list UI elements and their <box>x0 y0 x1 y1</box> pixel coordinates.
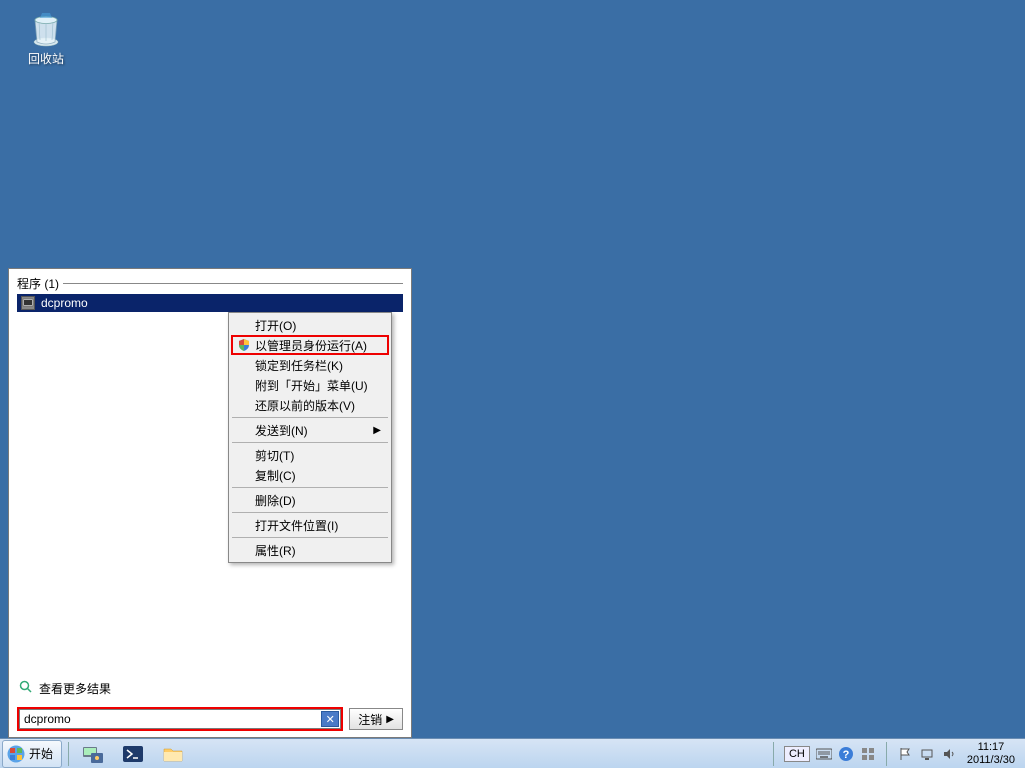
taskbar-separator <box>886 742 887 766</box>
menu-label: 删除(D) <box>255 492 296 509</box>
help-icon[interactable]: ? <box>838 746 854 762</box>
menu-separator <box>232 442 388 443</box>
menu-properties[interactable]: 属性(R) <box>231 540 389 560</box>
menu-open-location[interactable]: 打开文件位置(I) <box>231 515 389 535</box>
language-label: CH <box>789 748 805 760</box>
recycle-bin[interactable]: 回收站 <box>20 8 72 67</box>
shield-icon <box>237 338 251 352</box>
clear-search-button[interactable]: ✕ <box>321 711 339 727</box>
search-input[interactable] <box>19 709 341 729</box>
see-more-label: 查看更多结果 <box>39 680 111 697</box>
clock-time: 11:17 <box>967 741 1015 753</box>
menu-label: 属性(R) <box>255 542 296 559</box>
search-icon <box>19 680 33 697</box>
taskbar: 开始 CH ? 11:17 <box>0 738 1025 768</box>
menu-label: 附到「开始」菜单(U) <box>255 377 368 394</box>
menu-label: 打开文件位置(I) <box>255 517 338 534</box>
chevron-right-icon: ▶ <box>373 425 381 436</box>
menu-pin-taskbar[interactable]: 锁定到任务栏(K) <box>231 355 389 375</box>
keyboard-icon[interactable] <box>816 746 832 762</box>
menu-label: 以管理员身份运行(A) <box>255 337 367 354</box>
header-line <box>63 283 403 284</box>
menu-separator <box>232 487 388 488</box>
search-row: ✕ 注销 ▶ <box>17 707 403 731</box>
menu-send-to[interactable]: 发送到(N) ▶ <box>231 420 389 440</box>
menu-delete[interactable]: 删除(D) <box>231 490 389 510</box>
network-icon[interactable] <box>919 746 935 762</box>
logout-label: 注销 <box>358 711 382 728</box>
menu-label: 还原以前的版本(V) <box>255 397 355 414</box>
chevron-right-icon: ▶ <box>386 714 394 725</box>
menu-pin-start[interactable]: 附到「开始」菜单(U) <box>231 375 389 395</box>
programs-header: 程序 (1) <box>17 275 403 292</box>
flag-icon[interactable] <box>897 746 913 762</box>
tray-misc-icon[interactable] <box>860 746 876 762</box>
menu-cut[interactable]: 剪切(T) <box>231 445 389 465</box>
menu-label: 锁定到任务栏(K) <box>255 357 343 374</box>
start-label: 开始 <box>29 745 53 762</box>
program-icon <box>21 296 35 310</box>
program-item-dcpromo[interactable]: dcpromo <box>17 294 403 312</box>
taskbar-separator <box>773 742 774 766</box>
menu-label: 打开(O) <box>255 317 296 334</box>
close-icon: ✕ <box>326 713 335 726</box>
windows-logo-icon <box>7 745 25 763</box>
server-manager-icon[interactable] <box>77 741 109 767</box>
menu-label: 发送到(N) <box>255 422 308 439</box>
recycle-bin-label: 回收站 <box>20 50 72 67</box>
menu-separator <box>232 512 388 513</box>
menu-open[interactable]: 打开(O) <box>231 315 389 335</box>
menu-separator <box>232 417 388 418</box>
context-menu: 打开(O) 以管理员身份运行(A) 锁定到任务栏(K) 附到「开始」菜单(U) … <box>228 312 392 563</box>
start-button[interactable]: 开始 <box>2 740 62 768</box>
clock[interactable]: 11:17 2011/3/30 <box>963 741 1019 765</box>
powershell-icon[interactable] <box>117 741 149 767</box>
menu-label: 复制(C) <box>255 467 296 484</box>
programs-header-label: 程序 (1) <box>17 275 59 292</box>
menu-copy[interactable]: 复制(C) <box>231 465 389 485</box>
clock-date: 2011/3/30 <box>967 754 1015 766</box>
see-more-results[interactable]: 查看更多结果 <box>17 676 403 701</box>
taskbar-separator <box>68 742 69 766</box>
logout-button[interactable]: 注销 ▶ <box>349 708 403 730</box>
search-input-wrap: ✕ <box>17 707 343 731</box>
menu-restore-prev[interactable]: 还原以前的版本(V) <box>231 395 389 415</box>
system-tray: CH ? 11:17 2011/3/30 <box>769 739 1025 768</box>
menu-label: 剪切(T) <box>255 447 294 464</box>
menu-separator <box>232 537 388 538</box>
volume-icon[interactable] <box>941 746 957 762</box>
explorer-icon[interactable] <box>157 741 189 767</box>
menu-run-as-admin[interactable]: 以管理员身份运行(A) <box>231 335 389 355</box>
program-item-label: dcpromo <box>41 296 88 310</box>
language-indicator[interactable]: CH <box>784 746 810 762</box>
recycle-bin-icon <box>26 8 66 48</box>
svg-text:?: ? <box>843 749 850 761</box>
